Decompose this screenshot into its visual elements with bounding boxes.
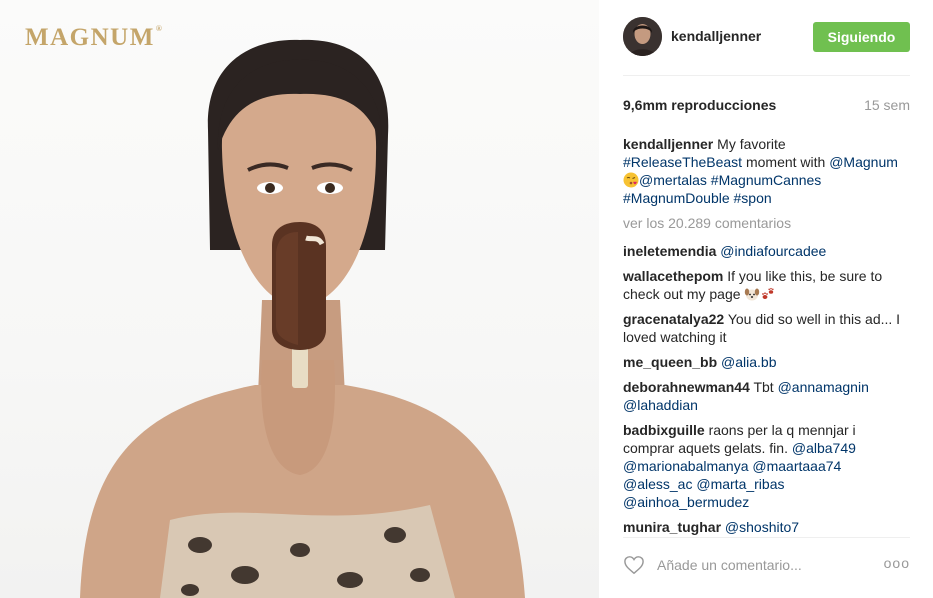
comment-author[interactable]: deborahnewman44 xyxy=(623,379,750,395)
post-timestamp[interactable]: 15 sem xyxy=(864,97,910,113)
post-photo xyxy=(80,39,525,598)
post-side-panel: kendalljenner Siguiendo 9,6mm reproducci… xyxy=(599,0,933,598)
header-divider xyxy=(623,75,910,76)
kissing-face-icon xyxy=(623,172,639,188)
mention-link[interactable]: @indiafourcadee xyxy=(720,243,826,259)
heart-icon[interactable] xyxy=(623,555,645,575)
view-count[interactable]: 9,6mm reproducciones xyxy=(623,97,776,113)
hashtag-link[interactable]: #ReleaseTheBeast xyxy=(623,154,742,170)
comment-author[interactable]: munira_tughar xyxy=(623,519,721,535)
comment-item: munira_tughar @shoshito7 xyxy=(623,518,910,536)
view-all-comments-link[interactable]: ver los 20.289 comentarios xyxy=(623,214,910,232)
comment-footer: ooo xyxy=(623,553,910,577)
comment-item: deborahnewman44 Tbt @annamagnin @lahaddi… xyxy=(623,379,869,413)
post-media[interactable]: MAGNUM® xyxy=(0,0,599,598)
avatar[interactable] xyxy=(623,17,662,56)
caption-author[interactable]: kendalljenner xyxy=(623,136,713,152)
mention-link[interactable]: @alia.bb xyxy=(721,354,776,370)
post-stats: 9,6mm reproducciones 15 sem xyxy=(623,97,910,115)
paw-prints-icon xyxy=(762,287,775,299)
mention-link[interactable]: @Magnum xyxy=(829,154,898,170)
comment-item: me_queen_bb @alia.bb xyxy=(623,353,910,371)
following-button[interactable]: Siguiendo xyxy=(813,22,910,52)
comment-item: badbixguille raons per la q mennjar i co… xyxy=(623,422,856,510)
hashtag-link[interactable]: #MagnumDouble xyxy=(623,190,730,206)
post-header: kendalljenner Siguiendo xyxy=(623,17,910,57)
post-caption: kendalljenner My favorite #ReleaseTheBea… xyxy=(623,136,898,206)
comment-item: gracenatalya22 You did so well in this a… xyxy=(623,311,901,345)
comment-item: wallacethepom If you like this, be sure … xyxy=(623,268,883,302)
dog-face-icon xyxy=(745,288,760,301)
hashtag-link[interactable]: #MagnumCannes xyxy=(711,172,822,188)
footer-divider xyxy=(623,537,910,538)
comment-item: ineletemendia @indiafourcadee xyxy=(623,242,910,260)
mention-link[interactable]: @shoshito7 xyxy=(725,519,799,535)
username-link[interactable]: kendalljenner xyxy=(671,28,761,44)
comment-author[interactable]: gracenatalya22 xyxy=(623,311,724,327)
comment-author[interactable]: wallacethepom xyxy=(623,268,723,284)
hashtag-link[interactable]: #spon xyxy=(734,190,772,206)
brand-logo: MAGNUM® xyxy=(25,24,164,51)
mention-link[interactable]: @mertalas xyxy=(639,172,707,188)
avatar-image xyxy=(623,17,662,56)
comment-author[interactable]: me_queen_bb xyxy=(623,354,717,370)
comments-list: kendalljenner My favorite #ReleaseTheBea… xyxy=(623,135,910,535)
more-options-icon[interactable]: ooo xyxy=(884,555,910,571)
comment-author[interactable]: ineletemendia xyxy=(623,243,716,259)
comment-author[interactable]: badbixguille xyxy=(623,422,705,438)
add-comment-input[interactable] xyxy=(657,553,867,577)
